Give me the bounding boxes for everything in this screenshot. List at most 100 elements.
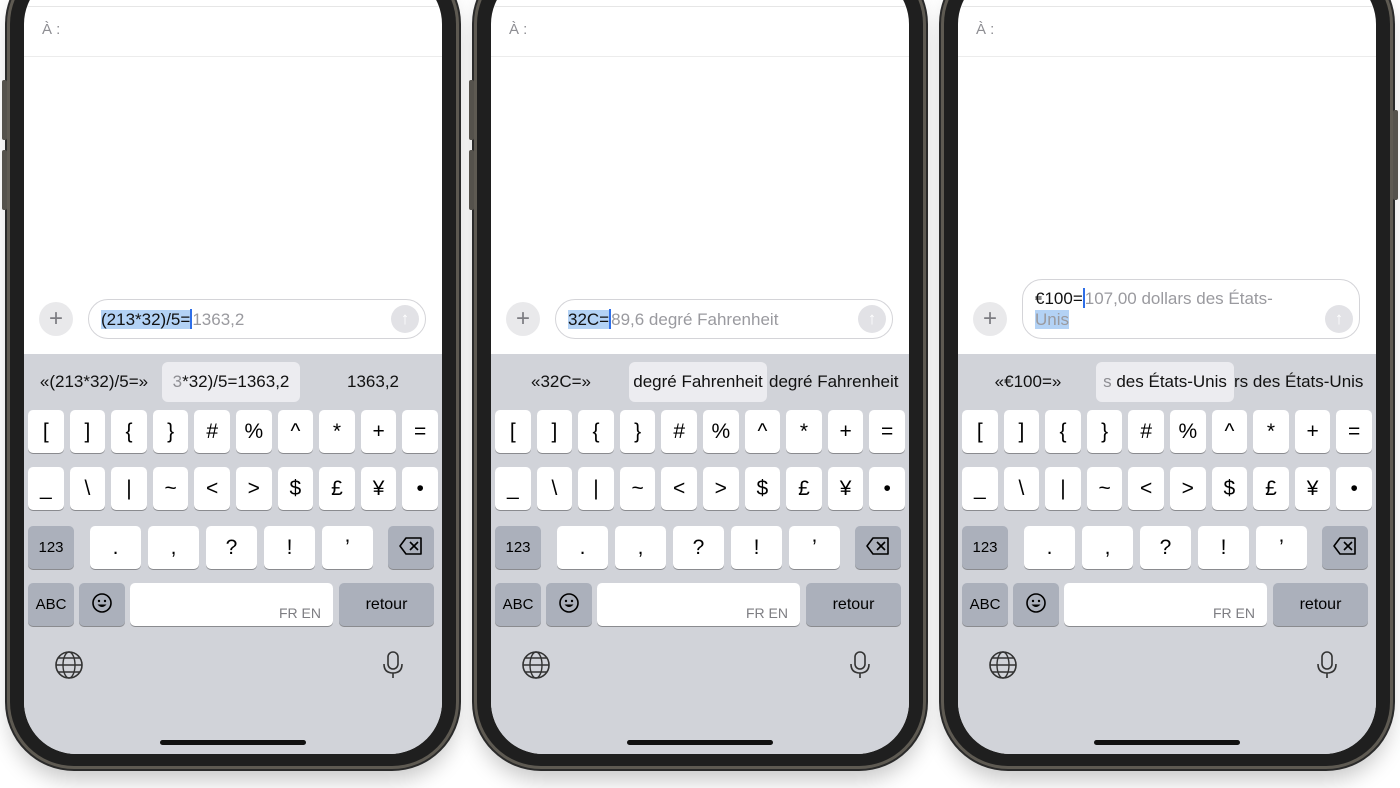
- key-row1-3[interactable]: }: [619, 410, 656, 453]
- key-row1-6[interactable]: ^: [1211, 410, 1248, 453]
- key-row3-3[interactable]: !: [264, 526, 315, 569]
- key-row2-3[interactable]: ~: [619, 467, 656, 510]
- message-input[interactable]: 32C= 89,6 degré Fahrenheit ↑: [555, 299, 893, 339]
- key-row1-9[interactable]: =: [1336, 410, 1372, 453]
- key-row1-1[interactable]: ]: [1003, 410, 1040, 453]
- key-row2-8[interactable]: ¥: [1294, 467, 1331, 510]
- key-row2-0[interactable]: _: [495, 467, 531, 510]
- recipient-row[interactable]: À :: [491, 7, 909, 57]
- key-row2-1[interactable]: \: [1003, 467, 1040, 510]
- suggestion-right[interactable]: 1363,2: [308, 362, 438, 402]
- key-123[interactable]: 123: [28, 526, 74, 569]
- suggestion-middle[interactable]: s des États-Unis: [1096, 362, 1234, 402]
- key-row1-2[interactable]: {: [578, 410, 614, 453]
- key-row3-2[interactable]: ?: [206, 526, 257, 569]
- message-input[interactable]: €100= 107,00 dollars des États- Unis ↑: [1022, 279, 1360, 339]
- key-row2-3[interactable]: ~: [152, 467, 189, 510]
- key-row1-0[interactable]: [: [28, 410, 64, 453]
- key-123[interactable]: 123: [962, 526, 1008, 569]
- key-row2-8[interactable]: ¥: [360, 467, 397, 510]
- key-row1-8[interactable]: +: [1294, 410, 1331, 453]
- emoji-button[interactable]: [1013, 583, 1059, 626]
- send-button[interactable]: ↑: [1325, 305, 1353, 333]
- key-123[interactable]: 123: [495, 526, 541, 569]
- key-row2-0[interactable]: _: [28, 467, 64, 510]
- microphone-icon[interactable]: [1312, 650, 1342, 680]
- key-row1-2[interactable]: {: [1045, 410, 1081, 453]
- key-row1-6[interactable]: ^: [277, 410, 314, 453]
- key-row1-7[interactable]: *: [1253, 410, 1289, 453]
- suggestion-left[interactable]: «32C=»: [495, 362, 627, 402]
- recipient-row[interactable]: À :: [958, 7, 1376, 57]
- key-row2-5[interactable]: >: [703, 467, 739, 510]
- space-bar[interactable]: FR EN: [1064, 583, 1267, 626]
- globe-icon[interactable]: [988, 650, 1018, 680]
- key-row2-2[interactable]: |: [111, 467, 147, 510]
- key-row1-4[interactable]: #: [661, 410, 697, 453]
- key-row1-4[interactable]: #: [194, 410, 230, 453]
- key-row2-2[interactable]: |: [578, 467, 614, 510]
- key-row1-8[interactable]: +: [827, 410, 864, 453]
- key-abc[interactable]: ABC: [495, 583, 541, 626]
- key-row3-4[interactable]: ’: [322, 526, 373, 569]
- suggestion-left[interactable]: «€100=»: [962, 362, 1094, 402]
- key-row1-9[interactable]: =: [869, 410, 905, 453]
- key-row2-1[interactable]: \: [69, 467, 106, 510]
- emoji-button[interactable]: [79, 583, 125, 626]
- suggestion-middle[interactable]: degré Fahrenheit: [629, 362, 767, 402]
- key-row3-0[interactable]: .: [557, 526, 608, 569]
- key-row2-4[interactable]: <: [194, 467, 230, 510]
- send-button[interactable]: ↑: [858, 305, 886, 333]
- message-input[interactable]: (213*32)/5= 1363,2 ↑: [88, 299, 426, 339]
- key-row3-1[interactable]: ,: [1082, 526, 1133, 569]
- key-row2-0[interactable]: _: [962, 467, 998, 510]
- key-row1-1[interactable]: ]: [69, 410, 106, 453]
- key-row1-3[interactable]: }: [152, 410, 189, 453]
- key-row1-0[interactable]: [: [962, 410, 998, 453]
- key-row3-2[interactable]: ?: [1140, 526, 1191, 569]
- key-row1-5[interactable]: %: [1170, 410, 1206, 453]
- key-row3-4[interactable]: ’: [789, 526, 840, 569]
- key-row2-5[interactable]: >: [1170, 467, 1206, 510]
- key-row3-0[interactable]: .: [90, 526, 141, 569]
- key-row2-9[interactable]: •: [869, 467, 905, 510]
- key-row2-7[interactable]: £: [1253, 467, 1289, 510]
- key-row1-7[interactable]: *: [319, 410, 355, 453]
- key-row3-1[interactable]: ,: [615, 526, 666, 569]
- delete-button[interactable]: [1322, 526, 1368, 569]
- suggestion-right[interactable]: rs des États-Unis: [1234, 362, 1374, 402]
- key-row1-5[interactable]: %: [236, 410, 272, 453]
- key-abc[interactable]: ABC: [962, 583, 1008, 626]
- key-row2-9[interactable]: •: [1336, 467, 1372, 510]
- key-row1-9[interactable]: =: [402, 410, 438, 453]
- return-button[interactable]: retour: [806, 583, 901, 626]
- send-button[interactable]: ↑: [391, 305, 419, 333]
- key-row1-3[interactable]: }: [1086, 410, 1123, 453]
- key-row2-6[interactable]: $: [744, 467, 781, 510]
- key-row3-0[interactable]: .: [1024, 526, 1075, 569]
- globe-icon[interactable]: [521, 650, 551, 680]
- emoji-button[interactable]: [546, 583, 592, 626]
- key-row2-8[interactable]: ¥: [827, 467, 864, 510]
- key-row2-2[interactable]: |: [1045, 467, 1081, 510]
- key-row2-4[interactable]: <: [1128, 467, 1164, 510]
- suggestion-left[interactable]: «(213*32)/5=»: [28, 362, 160, 402]
- key-row3-1[interactable]: ,: [148, 526, 199, 569]
- key-row2-3[interactable]: ~: [1086, 467, 1123, 510]
- key-abc[interactable]: ABC: [28, 583, 74, 626]
- key-row1-6[interactable]: ^: [744, 410, 781, 453]
- key-row2-5[interactable]: >: [236, 467, 272, 510]
- add-attachment-button[interactable]: +: [506, 302, 540, 336]
- key-row2-1[interactable]: \: [536, 467, 573, 510]
- globe-icon[interactable]: [54, 650, 84, 680]
- key-row3-4[interactable]: ’: [1256, 526, 1307, 569]
- key-row1-1[interactable]: ]: [536, 410, 573, 453]
- suggestion-right[interactable]: degré Fahrenheit: [769, 362, 905, 402]
- key-row1-7[interactable]: *: [786, 410, 822, 453]
- key-row3-3[interactable]: !: [731, 526, 782, 569]
- key-row2-7[interactable]: £: [786, 467, 822, 510]
- key-row1-4[interactable]: #: [1128, 410, 1164, 453]
- suggestion-middle[interactable]: 3*32)/5=1363,2: [162, 362, 300, 402]
- add-attachment-button[interactable]: +: [39, 302, 73, 336]
- key-row2-9[interactable]: •: [402, 467, 438, 510]
